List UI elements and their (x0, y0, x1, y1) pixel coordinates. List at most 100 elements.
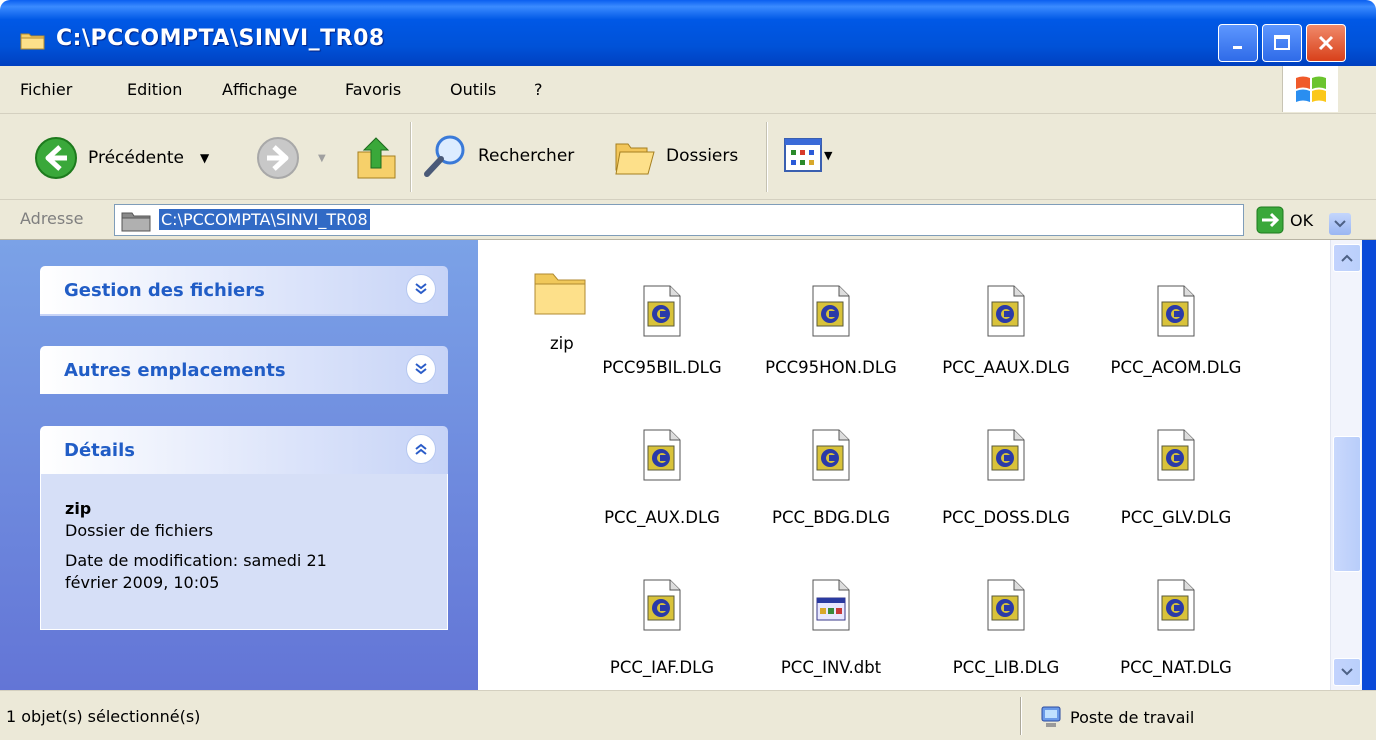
file-item[interactable]: PCC_INV.dbt (751, 578, 911, 682)
file-label: PCC_GLV.DLG (1120, 508, 1232, 527)
address-bar: Adresse C:\PCCOMPTA\SINVI_TR08 OK (0, 200, 1376, 240)
details-type: Dossier de fichiers (65, 521, 214, 540)
file-item[interactable]: PCC_NAT.DLG (1096, 578, 1256, 682)
close-button[interactable] (1306, 24, 1346, 62)
minimize-icon (1233, 46, 1242, 49)
toolbar-separator (410, 122, 412, 192)
panel-other-places[interactable]: Autres emplacements (40, 346, 448, 394)
address-dropdown-button[interactable] (1329, 213, 1351, 235)
back-button[interactable]: Précédente ▼ (34, 136, 209, 180)
search-icon (424, 135, 465, 177)
folders-button[interactable]: Dossiers (610, 132, 738, 180)
file-label: PCC95BIL.DLG (602, 358, 722, 377)
panel-title: Gestion des fichiers (64, 280, 265, 301)
status-selection: 1 objet(s) sélectionné(s) (6, 707, 201, 726)
up-folder-icon (357, 137, 396, 179)
chevron-down-icon (1341, 668, 1353, 676)
views-icon (784, 138, 822, 172)
scroll-up-button[interactable] (1333, 244, 1361, 272)
views-dropdown-icon[interactable]: ▼ (824, 149, 832, 162)
file-item[interactable]: PCC_BDG.DLG (751, 428, 911, 532)
go-arrow-icon (1256, 206, 1284, 234)
menu-edition[interactable]: Edition (127, 80, 182, 99)
menu-help[interactable]: ? (534, 80, 543, 99)
forward-dropdown-icon[interactable]: ▼ (318, 153, 326, 164)
dlg-file-icon (987, 285, 1025, 337)
details-modified-line2: février 2009, 10:05 (65, 573, 220, 592)
file-item[interactable]: PCC_AAUX.DLG (926, 284, 1086, 382)
views-button[interactable]: ▼ (784, 138, 832, 172)
dlg-file-icon (987, 579, 1025, 631)
up-folder-button[interactable] (354, 132, 400, 182)
back-arrow-icon (35, 137, 77, 179)
file-label: PCC_IAF.DLG (609, 658, 715, 677)
folder-item-zip[interactable]: zip (530, 266, 590, 366)
status-zone-label: Poste de travail (1070, 707, 1195, 727)
back-dropdown-icon[interactable]: ▼ (200, 151, 209, 165)
dbt-file-icon (812, 579, 850, 631)
expand-icon[interactable] (406, 274, 436, 304)
search-button[interactable]: Rechercher (422, 132, 574, 180)
minimize-button[interactable] (1218, 24, 1258, 62)
folders-label: Dossiers (666, 146, 739, 166)
dlg-file-icon (643, 285, 681, 337)
expand-icon[interactable] (406, 354, 436, 384)
file-label: PCC_DOSS.DLG (942, 508, 1070, 527)
file-label: PCC_NAT.DLG (1120, 658, 1232, 677)
windows-logo (1282, 66, 1338, 112)
toolbar-separator (766, 122, 768, 192)
maximize-button[interactable] (1262, 24, 1302, 62)
forward-arrow-icon (257, 137, 299, 179)
dlg-file-icon (1157, 429, 1195, 481)
file-item[interactable]: PCC_AUX.DLG (582, 428, 742, 532)
dlg-file-icon (1157, 285, 1195, 337)
dlg-file-icon (987, 429, 1025, 481)
details-modified-line1: Date de modification: samedi 21 (65, 551, 327, 570)
file-item[interactable]: PCC_IAF.DLG (582, 578, 742, 682)
menu-favoris[interactable]: Favoris (345, 80, 401, 99)
close-icon (1318, 35, 1334, 51)
address-input[interactable]: C:\PCCOMPTA\SINVI_TR08 (114, 204, 1351, 236)
search-label: Rechercher (478, 146, 575, 166)
scroll-thumb[interactable] (1333, 436, 1361, 572)
file-label: PCC95HON.DLG (765, 358, 897, 377)
panel-file-tasks[interactable]: Gestion des fichiers (40, 266, 448, 314)
status-zone: Poste de travail (1040, 705, 1194, 729)
file-item[interactable]: PCC_GLV.DLG (1096, 428, 1256, 532)
window-title: C:\PCCOMPTA\SINVI_TR08 (56, 26, 385, 51)
menu-fichier[interactable]: Fichier (20, 80, 72, 99)
maximize-icon (1274, 35, 1290, 50)
file-item[interactable]: PCC_DOSS.DLG (926, 428, 1086, 532)
folder-icon (20, 33, 45, 50)
menu-bar: Fichier Edition Affichage Favoris Outils… (0, 66, 1376, 114)
file-label: PCC_INV.dbt (780, 658, 882, 677)
menu-outils[interactable]: Outils (450, 80, 496, 99)
dlg-file-icon (812, 429, 850, 481)
file-item[interactable]: PCC95BIL.DLG (582, 284, 742, 382)
vertical-scrollbar[interactable] (1330, 240, 1362, 690)
status-bar: 1 objet(s) sélectionné(s) Poste de trava… (0, 690, 1376, 740)
go-button[interactable]: OK (1256, 206, 1313, 234)
file-label: PCC_AAUX.DLG (942, 358, 1070, 377)
file-label: PCC_LIB.DLG (952, 658, 1060, 677)
file-item[interactable]: PCC_ACOM.DLG (1096, 284, 1256, 382)
status-divider (1020, 697, 1022, 735)
title-bar: C:\PCCOMPTA\SINVI_TR08 (0, 0, 1376, 66)
folders-icon (615, 143, 655, 175)
scroll-down-button[interactable] (1333, 658, 1361, 686)
windows-flag-icon (1295, 76, 1326, 102)
forward-button[interactable]: ▼ (256, 136, 326, 180)
panel-edge (40, 314, 448, 316)
address-value: C:\PCCOMPTA\SINVI_TR08 (159, 209, 370, 230)
file-item[interactable]: PCC_LIB.DLG (926, 578, 1086, 682)
details-body: zip Dossier de fichiers Date de modifica… (40, 474, 448, 630)
panel-title: Détails (64, 440, 135, 461)
file-item[interactable]: PCC95HON.DLG (751, 284, 911, 382)
collapse-icon[interactable] (406, 434, 436, 464)
panel-details[interactable]: Détails (40, 426, 448, 474)
go-label: OK (1290, 210, 1314, 230)
chevron-down-icon (1334, 220, 1346, 228)
chevron-up-icon (1341, 254, 1353, 262)
menu-affichage[interactable]: Affichage (222, 80, 297, 99)
dlg-file-icon (643, 429, 681, 481)
